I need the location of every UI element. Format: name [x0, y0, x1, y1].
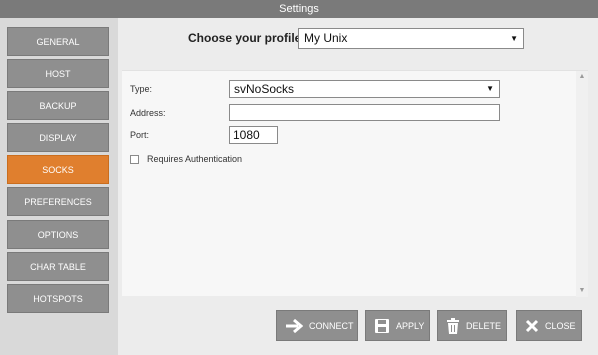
vertical-scrollbar[interactable]: ▲ ▼ — [576, 71, 588, 297]
type-select[interactable]: svNoSocks ▼ — [229, 80, 500, 98]
port-input[interactable]: 1080 — [229, 126, 278, 144]
close-label: CLOSE — [545, 320, 576, 331]
connect-button[interactable]: CONNECT — [276, 310, 358, 341]
delete-label: DELETE — [466, 320, 502, 331]
address-input[interactable] — [229, 104, 500, 121]
scroll-up-icon[interactable]: ▲ — [576, 71, 588, 83]
close-button[interactable]: CLOSE — [516, 310, 582, 341]
requires-auth-label: Requires Authentication — [147, 154, 243, 164]
sidebar-item-options[interactable]: OPTIONS — [7, 220, 109, 249]
arrow-right-icon — [286, 318, 303, 333]
window-title: Settings — [0, 0, 598, 18]
dropdown-arrow-icon: ▼ — [486, 84, 494, 93]
trash-icon — [447, 317, 459, 334]
save-icon — [375, 318, 389, 333]
profile-row: Choose your profile: My Unix ▼ — [118, 28, 598, 50]
apply-button[interactable]: APPLY — [365, 310, 430, 341]
type-label: Type: — [130, 84, 153, 94]
action-buttons: CONNECT APPLY DELETE CLOSE — [118, 310, 598, 341]
sidebar-item-general[interactable]: GENERAL — [7, 27, 109, 56]
socks-settings-panel: Type: svNoSocks ▼ Address: Port: 1080 Re… — [122, 70, 588, 297]
sidebar-item-socks[interactable]: SOCKS — [7, 155, 109, 184]
apply-label: APPLY — [396, 320, 425, 331]
port-label: Port: — [130, 130, 150, 140]
dropdown-arrow-icon: ▼ — [510, 34, 518, 43]
sidebar-item-hotspots[interactable]: HOTSPOTS — [7, 284, 109, 313]
sidebar-item-char-table[interactable]: CHAR TABLE — [7, 252, 109, 281]
main-panel: Choose your profile: My Unix ▼ Type: svN… — [118, 18, 598, 355]
close-icon — [525, 319, 539, 332]
profile-label: Choose your profile: — [188, 31, 306, 45]
scroll-down-icon[interactable]: ▼ — [576, 285, 588, 297]
address-label: Address: — [130, 108, 166, 118]
sidebar-item-display[interactable]: DISPLAY — [7, 123, 109, 152]
profile-value: My Unix — [304, 31, 348, 45]
sidebar-item-preferences[interactable]: PREFERENCES — [7, 187, 109, 216]
sidebar: GENERAL HOST BACKUP DISPLAY SOCKS PREFER… — [0, 18, 118, 355]
type-value: svNoSocks — [234, 82, 295, 96]
profile-select[interactable]: My Unix ▼ — [298, 28, 524, 49]
delete-button[interactable]: DELETE — [437, 310, 507, 341]
connect-label: CONNECT — [309, 320, 354, 331]
sidebar-item-backup[interactable]: BACKUP — [7, 91, 109, 120]
sidebar-item-host[interactable]: HOST — [7, 59, 109, 88]
requires-auth-checkbox[interactable] — [130, 155, 139, 164]
